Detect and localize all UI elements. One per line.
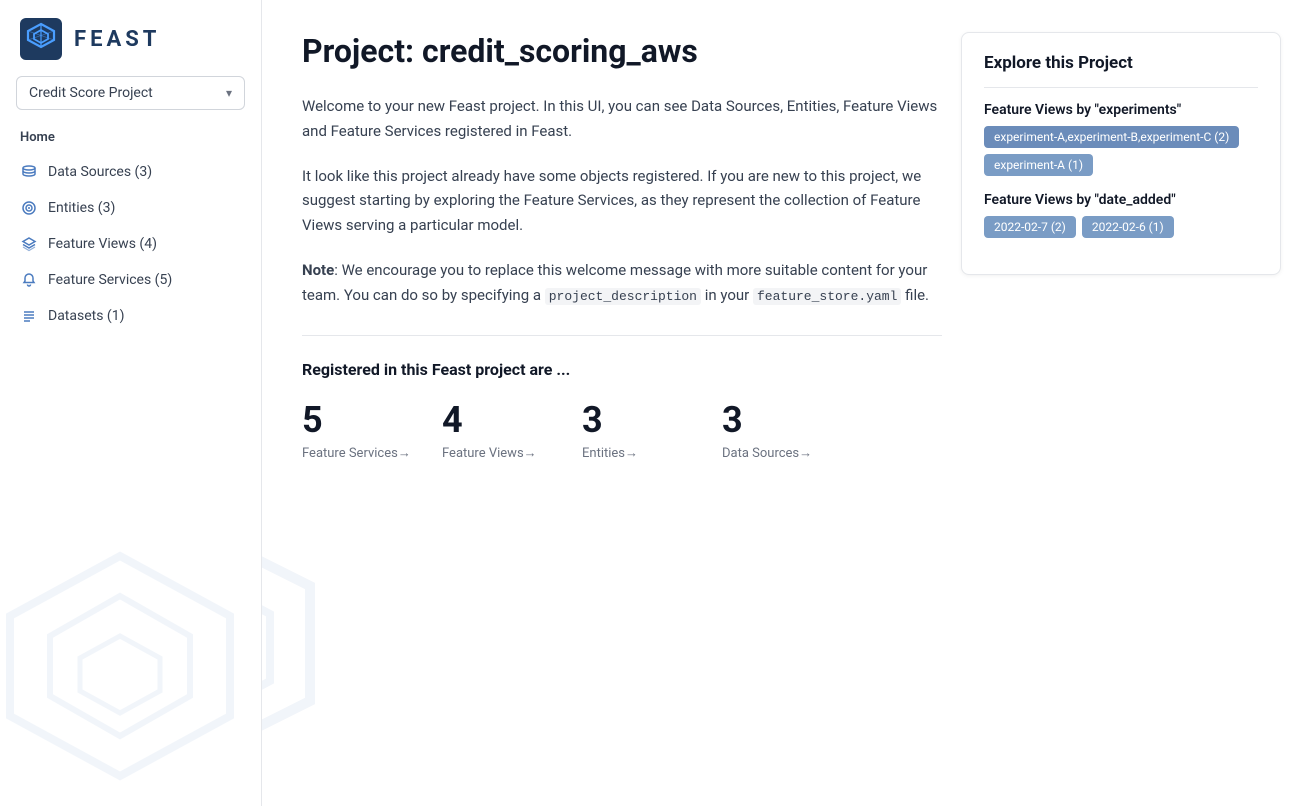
home-label: Home — [0, 130, 261, 155]
sidebar-nav: Data Sources (3) Entities (3) Featur — [0, 155, 261, 333]
note-bold: Note — [302, 261, 334, 279]
intro-paragraph: Welcome to your new Feast project. In th… — [302, 94, 942, 144]
sidebar-item-feature-services[interactable]: Feature Services (5) — [10, 263, 251, 297]
explore-group-date-added-title: Feature Views by "date_added" — [984, 192, 1258, 208]
stats-row: 5 Feature Services→ 4 Feature Views→ 3 E… — [302, 399, 1273, 461]
sidebar-watermark — [0, 536, 262, 806]
feast-logo-icon — [20, 18, 62, 60]
logo-text: FEAST — [74, 27, 160, 52]
list-icon — [20, 307, 38, 325]
logo-container: FEAST — [0, 0, 261, 76]
note-code2: feature_store.yaml — [753, 288, 901, 305]
note-paragraph: Note: We encourage you to replace this w… — [302, 258, 942, 308]
stat-entities[interactable]: 3 Entities→ — [582, 399, 722, 461]
sidebar-item-data-sources[interactable]: Data Sources (3) — [10, 155, 251, 189]
explore-tag-experiments-all[interactable]: experiment-A,experiment-B,experiment-C (… — [984, 126, 1239, 148]
explore-panel-title: Explore this Project — [984, 53, 1258, 88]
stat-feature-views[interactable]: 4 Feature Views→ — [442, 399, 582, 461]
explore-group-experiments-title: Feature Views by "experiments" — [984, 102, 1258, 118]
page-title-name: credit_scoring_aws — [422, 32, 698, 70]
sidebar-item-feature-views[interactable]: Feature Views (4) — [10, 227, 251, 261]
explore-group-experiments: Feature Views by "experiments" experimen… — [984, 102, 1258, 176]
stat-feature-services-number: 5 — [302, 399, 442, 441]
main-content: Project: credit_scoring_aws Welcome to y… — [262, 0, 1313, 806]
stat-feature-views-label: Feature Views→ — [442, 445, 582, 461]
page-title-prefix: Project: — [302, 32, 422, 70]
note-end: file. — [901, 286, 929, 304]
chevron-down-icon: ▾ — [226, 86, 232, 100]
sidebar-item-datasets[interactable]: Datasets (1) — [10, 299, 251, 333]
sidebar-item-feature-services-label: Feature Services (5) — [48, 272, 172, 288]
divider — [302, 335, 942, 336]
sidebar-item-data-sources-label: Data Sources (3) — [48, 164, 152, 180]
sidebar: FEAST Credit Score Project ▾ Home Data S… — [0, 0, 262, 806]
stat-entities-label: Entities→ — [582, 445, 722, 461]
project-selector-label: Credit Score Project — [29, 85, 153, 101]
sidebar-item-entities-label: Entities (3) — [48, 200, 115, 216]
sidebar-item-feature-views-label: Feature Views (4) — [48, 236, 157, 252]
stat-data-sources[interactable]: 3 Data Sources→ — [722, 399, 862, 461]
explore-tag-date-1[interactable]: 2022-02-7 (2) — [984, 216, 1076, 238]
explore-tag-experiment-a[interactable]: experiment-A (1) — [984, 154, 1093, 176]
explore-tags-experiments: experiment-A,experiment-B,experiment-C (… — [984, 126, 1258, 176]
suggest-paragraph: It look like this project already have s… — [302, 164, 942, 238]
explore-tags-date-added: 2022-02-7 (2) 2022-02-6 (1) — [984, 216, 1258, 238]
project-selector[interactable]: Credit Score Project ▾ — [16, 76, 245, 110]
layers-icon — [20, 235, 38, 253]
stat-feature-services-label: Feature Services→ — [302, 445, 442, 461]
explore-group-date-added: Feature Views by "date_added" 2022-02-7 … — [984, 192, 1258, 238]
note-mid: in your — [701, 286, 753, 304]
explore-panel: Explore this Project Feature Views by "e… — [961, 32, 1281, 275]
database-icon — [20, 163, 38, 181]
note-code1: project_description — [545, 288, 701, 305]
sidebar-item-entities[interactable]: Entities (3) — [10, 191, 251, 225]
stat-feature-views-number: 4 — [442, 399, 582, 441]
bell-icon — [20, 271, 38, 289]
stat-feature-services[interactable]: 5 Feature Services→ — [302, 399, 442, 461]
stat-data-sources-label: Data Sources→ — [722, 445, 862, 461]
sidebar-item-datasets-label: Datasets (1) — [48, 308, 124, 324]
explore-tag-date-2[interactable]: 2022-02-6 (1) — [1082, 216, 1174, 238]
target-icon — [20, 199, 38, 217]
stat-entities-number: 3 — [582, 399, 722, 441]
registered-heading: Registered in this Feast project are ... — [302, 360, 1273, 379]
stat-data-sources-number: 3 — [722, 399, 862, 441]
